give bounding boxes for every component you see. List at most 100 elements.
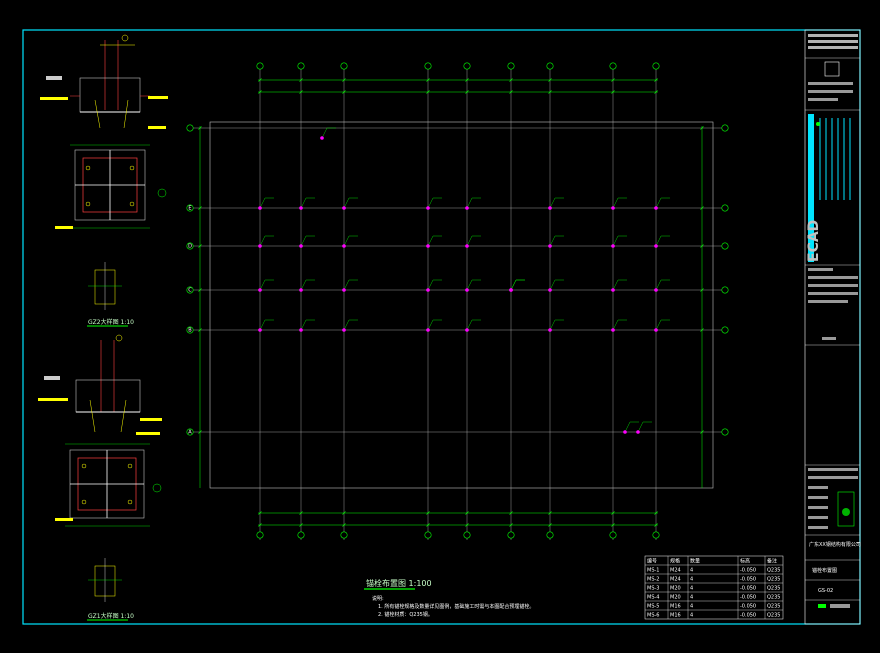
- legend-cell: M16: [670, 604, 681, 610]
- axis-label-left: E: [188, 206, 191, 212]
- anchor-bolt-mark: [258, 244, 262, 248]
- anchor-bolt-mark: [611, 328, 615, 332]
- grid-bubble-top: [340, 62, 348, 70]
- legend-cell: M20: [670, 595, 681, 601]
- grid-bubble-bottom: [297, 531, 305, 539]
- anchor-bolt-mark: [342, 244, 346, 248]
- grid-bubble-bottom: [546, 531, 554, 539]
- grid-bubble-top: [424, 62, 432, 70]
- detail-gz1-title: GZ1大样图 1:10: [88, 612, 134, 620]
- legend-cell: -0.050: [740, 604, 756, 610]
- anchor-bolt-mark: [611, 206, 615, 210]
- legend-cell: MS-6: [647, 613, 659, 619]
- legend-cell: MS-3: [647, 586, 659, 592]
- legend-cell: 4: [690, 586, 693, 592]
- grid-bubble-right: [721, 428, 729, 436]
- anchor-bolt-mark: [509, 288, 513, 292]
- grid-bubble-top: [463, 62, 471, 70]
- title-block: ECAD 广东XX钢结构有限公司 锚栓布置图 GS-02: [804, 29, 861, 625]
- anchor-bolt-mark: [299, 328, 303, 332]
- anchor-bolt-mark: [465, 288, 469, 292]
- grid-bubble-top: [546, 62, 554, 70]
- grid-bubble-bottom: [652, 531, 660, 539]
- anchor-bolt-mark: [258, 288, 262, 292]
- grid-bubble-top: [609, 62, 617, 70]
- legend-cell: Q235: [767, 604, 780, 610]
- anchor-bolt-mark: [623, 430, 627, 434]
- cad-drawing-sheet: GZ2大样图 1:10 GZ1大样图 1:10 EDCBA 锚栓布置图 1:10…: [22, 29, 861, 625]
- anchor-legend-table: 编号 规格 数量 标高 备注 MS-1 M24 4 -0.050 Q235 MS-2 M24 4 -0.0…: [644, 555, 784, 620]
- anchor-bolt-mark: [548, 288, 552, 292]
- legend-cell: 4: [690, 595, 693, 601]
- anchor-bolt-mark: [611, 244, 615, 248]
- legend-header-cell: 备注: [767, 558, 777, 565]
- grid-bubble-top: [507, 62, 515, 70]
- anchor-bolt-mark: [548, 206, 552, 210]
- note-2: 2. 锚栓材质：Q235钢。: [378, 611, 433, 618]
- note-1: 1. 所有锚栓规格及数量详见图例，基础施工时需与本图配合预埋锚栓。: [378, 603, 534, 610]
- legend-cell: 4: [690, 604, 693, 610]
- grid-bubble-right: [721, 124, 729, 132]
- legend-cell: Q235: [767, 613, 780, 619]
- anchor-bolt-mark: [426, 288, 430, 292]
- grid-bubble-bottom: [463, 531, 471, 539]
- anchor-bolt-mark: [465, 206, 469, 210]
- plan-title: 锚栓布置图 1:100: [366, 578, 432, 588]
- legend-cell: -0.050: [740, 595, 756, 601]
- legend-cell: Q235: [767, 595, 780, 601]
- legend-cell: MS-5: [647, 604, 659, 610]
- anchor-bolt-mark: [258, 206, 262, 210]
- grid-bubble-top: [652, 62, 660, 70]
- grid-bubble-top: [256, 62, 264, 70]
- grid-bubble-bottom: [424, 531, 432, 539]
- company-name: 广东XX钢结构有限公司: [809, 541, 861, 548]
- anchor-bolt-mark: [548, 328, 552, 332]
- legend-cell: M24: [670, 568, 681, 574]
- grid-bubble-bottom: [609, 531, 617, 539]
- legend-header-cell: 编号: [647, 558, 657, 565]
- grid-bubble-left: [186, 124, 194, 132]
- grid-bubble-right: [721, 242, 729, 250]
- grid-bubble-top: [297, 62, 305, 70]
- legend-header-cell: 数量: [690, 558, 700, 565]
- grid-bubble-bottom: [507, 531, 515, 539]
- anchor-bolt-mark: [320, 136, 324, 140]
- anchor-bolt-mark: [342, 206, 346, 210]
- drawing-frame: [22, 29, 861, 625]
- anchor-bolt-mark: [654, 206, 658, 210]
- grid-bubble-bottom: [340, 531, 348, 539]
- anchor-bolt-mark: [611, 288, 615, 292]
- legend-cell: 4: [690, 613, 693, 619]
- legend-header-cell: 规格: [670, 558, 680, 565]
- grid-bubble-right: [721, 286, 729, 294]
- legend-cell: M16: [670, 613, 681, 619]
- detail-gz2-title: GZ2大样图 1:10: [88, 318, 134, 326]
- legend-cell: M24: [670, 577, 681, 583]
- legend-cell: Q235: [767, 586, 780, 592]
- anchor-bolt-mark: [258, 328, 262, 332]
- legend-cell: -0.050: [740, 586, 756, 592]
- anchor-bolt-mark: [299, 206, 303, 210]
- legend-cell: M20: [670, 586, 681, 592]
- legend-header-cell: 标高: [740, 558, 750, 565]
- anchor-bolt-mark: [342, 328, 346, 332]
- legend-cell: Q235: [767, 568, 780, 574]
- grid-bubble-bottom: [256, 531, 264, 539]
- anchor-bolt-mark: [654, 328, 658, 332]
- anchor-bolt-mark: [299, 288, 303, 292]
- legend-cell: -0.050: [740, 568, 756, 574]
- anchor-bolt-mark: [654, 288, 658, 292]
- detail-gz1: GZ1大样图 1:10: [38, 334, 162, 621]
- drawing-name: 锚栓布置图: [812, 567, 837, 574]
- axis-label-left: C: [188, 288, 192, 294]
- legend-cell: 4: [690, 577, 693, 583]
- anchor-bolt-mark: [654, 244, 658, 248]
- anchor-bolt-mark: [636, 430, 640, 434]
- anchor-bolt-mark: [299, 244, 303, 248]
- legend-cell: -0.050: [740, 577, 756, 583]
- anchor-bolt-mark: [548, 244, 552, 248]
- ecad-logo: ECAD: [806, 220, 822, 262]
- grid-bubble-right: [721, 326, 729, 334]
- legend-cell: Q235: [767, 577, 780, 583]
- anchor-bolt-mark: [426, 244, 430, 248]
